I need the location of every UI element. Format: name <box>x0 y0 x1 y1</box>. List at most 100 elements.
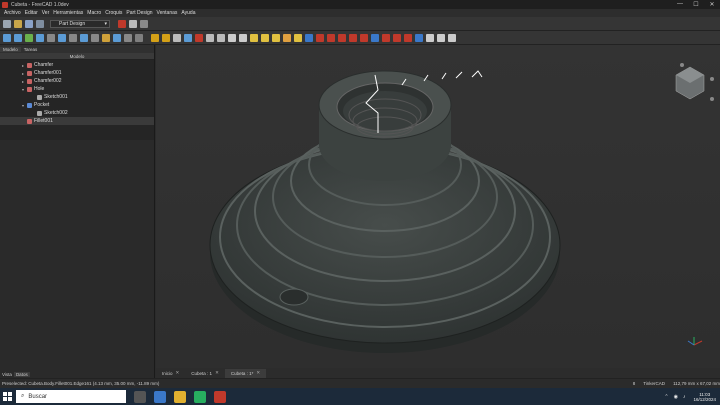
group-icon[interactable] <box>113 33 121 42</box>
macro-edit-icon[interactable] <box>129 19 137 28</box>
polar-pattern-icon[interactable] <box>437 33 445 42</box>
tree-item-pocket[interactable]: ▾ Pocket <box>0 101 154 109</box>
pad-icon[interactable] <box>250 33 258 42</box>
nav-menu-icon[interactable] <box>710 97 714 101</box>
menu-archivo[interactable]: Archivo <box>4 10 21 16</box>
menu-herramientas[interactable]: Herramientas <box>53 10 83 16</box>
measure-icon[interactable] <box>80 33 88 42</box>
navigation-style[interactable]: TinkerCAD <box>643 381 665 386</box>
tray-chevron-icon[interactable]: ⌃ <box>664 394 668 400</box>
network-icon[interactable]: ◉ <box>674 394 678 400</box>
tree-item-chamfer001[interactable]: ▸ Chamfer001 <box>0 69 154 77</box>
tab-datos[interactable]: Datos <box>13 372 30 377</box>
mirrored-icon[interactable] <box>371 33 379 42</box>
menu-croquis[interactable]: Croquis <box>105 10 122 16</box>
datum-point-icon[interactable] <box>228 33 236 42</box>
helix-icon[interactable] <box>294 33 302 42</box>
menu-part-design[interactable]: Part Design <box>126 10 152 16</box>
status-counter[interactable]: 8 <box>633 381 636 386</box>
create-sketch-icon[interactable] <box>206 33 214 42</box>
tab-inicio[interactable]: Inicio ✕ <box>156 369 185 378</box>
menu-editar[interactable]: Editar <box>25 10 38 16</box>
task-view-icon[interactable] <box>134 390 146 403</box>
menu-ventanas[interactable]: Ventanas <box>157 10 178 16</box>
save-icon[interactable] <box>25 19 33 28</box>
part-icon[interactable] <box>102 33 110 42</box>
menu-ver[interactable]: Ver <box>42 10 50 16</box>
open-file-icon[interactable] <box>14 19 22 28</box>
navigation-cube[interactable] <box>675 63 714 101</box>
hole-icon[interactable] <box>316 33 324 42</box>
multitransform-icon[interactable] <box>448 33 456 42</box>
whats-this-icon[interactable] <box>184 33 192 42</box>
validate-sketch-icon[interactable] <box>217 33 225 42</box>
braces-icon[interactable] <box>135 33 143 42</box>
new-file-icon[interactable] <box>3 19 11 28</box>
tree-item-chamfer[interactable]: ▸ Chamfer <box>0 61 154 69</box>
windows-logo-icon <box>2 392 12 401</box>
view-iso-icon[interactable] <box>36 33 44 42</box>
tree-item-hole[interactable]: ▾ Hole <box>0 85 154 93</box>
chamfer-icon[interactable] <box>393 33 401 42</box>
tree-item-sketch001[interactable]: Sketch001 <box>0 93 154 101</box>
subtractive-loft-icon[interactable] <box>338 33 346 42</box>
datum-line-icon[interactable] <box>239 33 247 42</box>
redo-icon[interactable] <box>162 33 170 42</box>
tree-item-chamfer002[interactable]: ▸ Chamfer002 <box>0 77 154 85</box>
model-tree: ▸ Chamfer ▸ Chamfer001 ▸ Chamfer002 ▾ Ho… <box>0 60 154 140</box>
chrome-icon[interactable] <box>194 390 206 403</box>
workbench-selector[interactable]: Part Design ▾ <box>50 19 110 28</box>
tree-item-fillet001[interactable]: Fillet001 <box>0 117 154 125</box>
refresh-icon[interactable] <box>173 33 181 42</box>
linear-pattern-icon[interactable] <box>426 33 434 42</box>
volume-icon[interactable]: ♪ <box>683 394 686 400</box>
menu-ayuda[interactable]: Ayuda <box>181 10 195 16</box>
close-icon[interactable]: ✕ <box>256 370 260 376</box>
pocket-icon[interactable] <box>305 33 313 42</box>
draft-icon[interactable] <box>404 33 412 42</box>
tab-tareas[interactable]: Tareas <box>21 47 41 52</box>
maximize-button[interactable]: ☐ <box>688 1 704 8</box>
close-icon[interactable]: ✕ <box>215 370 219 376</box>
std-tools-icon[interactable] <box>124 33 132 42</box>
record-macro-icon[interactable] <box>118 19 126 28</box>
groove-icon[interactable] <box>327 33 335 42</box>
thickness-icon[interactable] <box>415 33 423 42</box>
close-button[interactable]: ✕ <box>704 1 720 8</box>
nav-arrow-icon[interactable] <box>710 77 714 81</box>
revolution-icon[interactable] <box>261 33 269 42</box>
edge-icon[interactable] <box>154 390 166 403</box>
fillet-icon[interactable] <box>382 33 390 42</box>
fit-selection-icon[interactable] <box>14 33 22 42</box>
loft-icon[interactable] <box>272 33 280 42</box>
link-icon[interactable] <box>91 33 99 42</box>
minimize-button[interactable]: — <box>672 1 688 8</box>
view-front-icon[interactable] <box>47 33 55 42</box>
freecad-taskbar-icon[interactable] <box>214 390 226 403</box>
print-icon[interactable] <box>36 19 44 28</box>
tab-cubeta-1-modified[interactable]: Cubeta : 1* ✕ <box>224 368 267 378</box>
sweep-icon[interactable] <box>283 33 291 42</box>
view-right-icon[interactable] <box>69 33 77 42</box>
tab-cubeta-1[interactable]: Cubeta : 1 ✕ <box>185 369 225 378</box>
undo-icon[interactable] <box>151 33 159 42</box>
create-body-icon[interactable] <box>195 33 203 42</box>
file-explorer-icon[interactable] <box>174 390 186 403</box>
tree-item-sketch002[interactable]: Sketch002 <box>0 109 154 117</box>
run-macro-icon[interactable] <box>140 19 148 28</box>
draw-style-icon[interactable] <box>25 33 33 42</box>
close-icon[interactable]: ✕ <box>176 370 180 376</box>
3d-viewport[interactable] <box>156 45 720 368</box>
tab-modelo[interactable]: Modelo <box>0 46 21 52</box>
start-button[interactable] <box>0 388 14 405</box>
nav-arrow-icon[interactable] <box>680 63 684 67</box>
menu-macro[interactable]: Macro <box>87 10 101 16</box>
subtractive-helix-icon[interactable] <box>360 33 368 42</box>
tab-vista[interactable]: Vista <box>0 372 14 377</box>
fit-all-icon[interactable] <box>3 33 11 42</box>
part-body[interactable] <box>209 70 561 353</box>
taskbar-search[interactable]: ⌕ Buscar <box>16 390 126 403</box>
view-top-icon[interactable] <box>58 33 66 42</box>
subtractive-pipe-icon[interactable] <box>349 33 357 42</box>
clock[interactable]: 11:03 16/12/2024 <box>693 392 716 402</box>
